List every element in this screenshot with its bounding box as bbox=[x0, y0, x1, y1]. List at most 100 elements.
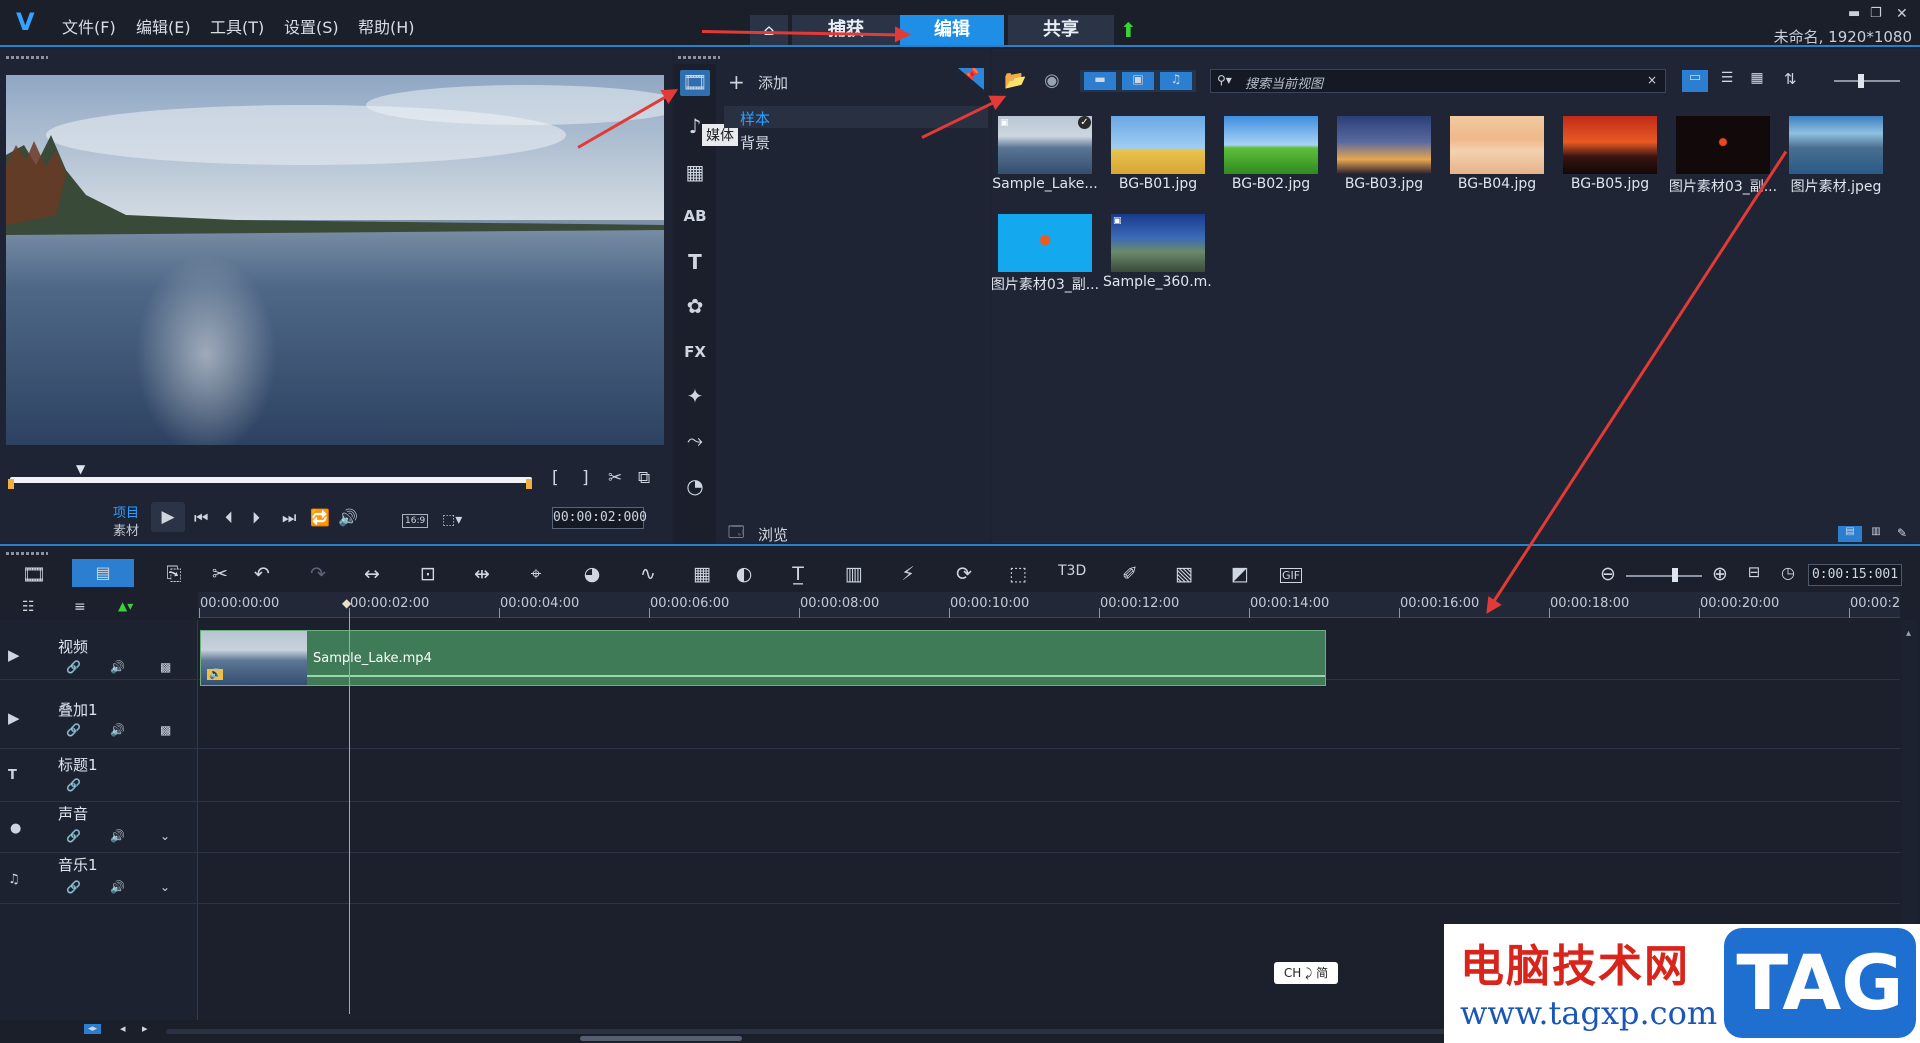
mute-icon[interactable]: 🔊 bbox=[110, 880, 125, 894]
title-ab-icon[interactable]: AB bbox=[680, 204, 710, 230]
panel-grip[interactable] bbox=[6, 56, 48, 59]
scroll-right-icon[interactable]: ▸ bbox=[142, 1022, 148, 1035]
media-thumbnail[interactable]: ▣ Sample_360.m... bbox=[1103, 208, 1213, 296]
trim-start-handle[interactable] bbox=[8, 479, 14, 489]
expand-icon[interactable]: ⌄ bbox=[160, 880, 170, 894]
sort-icon[interactable]: ⇅ bbox=[1784, 70, 1797, 88]
layout-2-icon[interactable]: ▥ bbox=[1864, 526, 1888, 542]
minimize-icon[interactable]: ▬ bbox=[1848, 6, 1860, 21]
ime-indicator[interactable]: CH ⤸ 简 bbox=[1274, 962, 1338, 984]
transition-icon[interactable]: ▦ bbox=[680, 160, 710, 186]
mask-icon[interactable]: ◐ bbox=[730, 563, 758, 585]
timecode-display[interactable]: 00:00:02:000 bbox=[552, 507, 647, 529]
media-thumbnail[interactable]: BG-B05.jpg bbox=[1555, 110, 1665, 198]
media-thumbnail[interactable]: BG-B03.jpg bbox=[1329, 110, 1439, 198]
link-icon[interactable]: 🔗 bbox=[66, 829, 81, 843]
split-screen-icon[interactable]: ▥ bbox=[840, 563, 868, 585]
zoom-in-icon[interactable]: ⊕ bbox=[1706, 563, 1734, 585]
media-thumbnail[interactable]: ▣ ✓ Sample_Lake... bbox=[990, 110, 1100, 198]
scrubber-track[interactable] bbox=[10, 477, 532, 483]
horizontal-scroll-thumb[interactable] bbox=[580, 1036, 742, 1041]
mute-icon[interactable]: 🔊 bbox=[110, 723, 125, 737]
list-view-icon[interactable]: ☰ bbox=[1714, 70, 1740, 92]
gif-icon[interactable]: GIF bbox=[1280, 568, 1302, 583]
clear-search-icon[interactable]: × bbox=[1647, 73, 1657, 87]
prev-frame-icon[interactable]: ⏴ bbox=[225, 508, 233, 528]
import-media-icon[interactable]: 📂 bbox=[1004, 70, 1026, 91]
enlarge-preview-icon[interactable]: ⧉ bbox=[638, 468, 650, 488]
mode-clip[interactable]: 素材 bbox=[113, 520, 139, 539]
multicam-icon[interactable]: ▦ bbox=[688, 563, 716, 585]
ruler-playhead-marker[interactable]: ◆ bbox=[342, 596, 351, 610]
show-video-icon[interactable]: ▬ bbox=[1084, 72, 1116, 90]
timeline-zoom-handle[interactable] bbox=[1672, 568, 1678, 582]
thumb-size-slider[interactable] bbox=[1834, 80, 1900, 82]
media-thumbnail[interactable]: BG-B04.jpg bbox=[1442, 110, 1552, 198]
go-end-icon[interactable]: ⏭ bbox=[282, 508, 296, 528]
title-3d-icon[interactable]: T3D bbox=[1058, 563, 1086, 579]
tab-edit[interactable]: 编辑 bbox=[900, 15, 1004, 45]
redo-icon[interactable]: ↷ bbox=[304, 563, 332, 585]
subtitle-icon[interactable]: T̲ bbox=[784, 563, 812, 585]
clock-icon[interactable]: ◷ bbox=[1774, 563, 1802, 582]
fit-timeline-icon[interactable]: ⊟ bbox=[1740, 563, 1768, 581]
split-clip-icon[interactable]: ✂ bbox=[608, 468, 622, 488]
search-box[interactable]: ⚲▾ 搜索当前视图 × bbox=[1210, 69, 1666, 93]
trim-end-handle[interactable] bbox=[526, 479, 532, 489]
media-thumbnail[interactable]: BG-B01.jpg bbox=[1103, 110, 1213, 198]
stop-motion-icon[interactable]: ▧ bbox=[1170, 563, 1198, 585]
painting-icon[interactable]: ◩ bbox=[1226, 563, 1254, 585]
motion-track-icon[interactable]: ⌖ bbox=[522, 563, 550, 585]
mute-icon[interactable]: 🔊 bbox=[110, 660, 125, 674]
menu-edit[interactable]: 编辑(E) bbox=[136, 14, 191, 38]
show-photo-icon[interactable]: ▣ bbox=[1122, 72, 1154, 90]
timeline-ruler[interactable] bbox=[198, 592, 1900, 618]
fit-project-icon[interactable]: ↔ bbox=[358, 563, 386, 585]
play-button[interactable]: ▶ bbox=[151, 502, 185, 532]
storyboard-view-icon[interactable]: 🎞 bbox=[20, 563, 48, 586]
track-settings-icon[interactable]: ≡ bbox=[74, 599, 86, 615]
menu-settings[interactable]: 设置(S) bbox=[284, 14, 339, 38]
show-audio-icon[interactable]: ♫ bbox=[1160, 72, 1192, 90]
link-icon[interactable]: 🔗 bbox=[66, 660, 81, 674]
mode-project[interactable]: 项目 bbox=[113, 502, 139, 521]
link-icon[interactable]: 🔗 bbox=[66, 723, 81, 737]
crop-icon[interactable]: ⬚▾ bbox=[442, 512, 462, 528]
mute-icon[interactable]: 🔊 bbox=[110, 829, 125, 843]
undo-icon[interactable]: ↶ bbox=[248, 563, 276, 585]
close-icon[interactable]: ✕ bbox=[1896, 6, 1908, 22]
track-manager-icon[interactable]: ☷ bbox=[22, 599, 35, 615]
mask-creator-icon[interactable]: ✐ bbox=[1116, 563, 1144, 585]
record-capture-icon[interactable]: ◉ bbox=[1044, 70, 1060, 91]
scroll-track-button[interactable]: ◂▸ bbox=[84, 1024, 102, 1034]
thumbnail-view-icon[interactable]: ▭ bbox=[1682, 70, 1708, 92]
edit-layout-icon[interactable]: ✎ bbox=[1892, 526, 1912, 542]
thumb-size-handle[interactable] bbox=[1858, 74, 1864, 88]
repeat-icon[interactable]: 🔁 bbox=[310, 508, 330, 527]
link-icon[interactable]: 🔗 bbox=[66, 880, 81, 894]
audio-wave-icon[interactable]: ∿ bbox=[634, 563, 662, 585]
menu-tools[interactable]: 工具(T) bbox=[210, 14, 264, 38]
library-grip[interactable] bbox=[678, 56, 720, 59]
speed-icon[interactable]: ⚡ bbox=[894, 563, 922, 585]
expand-icon[interactable]: ⌄ bbox=[160, 829, 170, 843]
media-thumbnail[interactable]: 图片素材.jpeg bbox=[1781, 110, 1891, 198]
aspect-ratio-button[interactable]: 16:9 bbox=[402, 514, 429, 528]
path-icon[interactable]: ⤳ bbox=[680, 428, 710, 454]
folder-background[interactable]: 背景 bbox=[740, 132, 770, 153]
magic-wand-icon[interactable]: ✦ bbox=[680, 384, 710, 410]
restore-icon[interactable]: ❐ bbox=[1870, 6, 1882, 21]
upload-arrow-icon[interactable]: ⬆ bbox=[1120, 18, 1137, 42]
text-icon[interactable]: T bbox=[680, 250, 710, 276]
add-folder-label[interactable]: 添加 bbox=[758, 72, 788, 93]
scrubber-playhead[interactable]: ▼ bbox=[76, 462, 85, 476]
zoom-fit-icon[interactable]: ⊡ bbox=[414, 563, 442, 585]
mark-out-icon[interactable]: ] bbox=[582, 468, 589, 488]
timeline-grip[interactable] bbox=[6, 552, 48, 555]
grid-toggle-icon[interactable]: ▩ bbox=[160, 660, 171, 674]
scroll-up-icon[interactable]: ▴ bbox=[1906, 628, 1911, 639]
menu-help[interactable]: 帮助(H) bbox=[358, 14, 415, 38]
mark-in-icon[interactable]: [ bbox=[552, 468, 559, 488]
add-track-icon[interactable]: ▲▾ bbox=[118, 599, 133, 613]
media-thumbnail[interactable]: 图片素材03_副... bbox=[990, 208, 1100, 296]
